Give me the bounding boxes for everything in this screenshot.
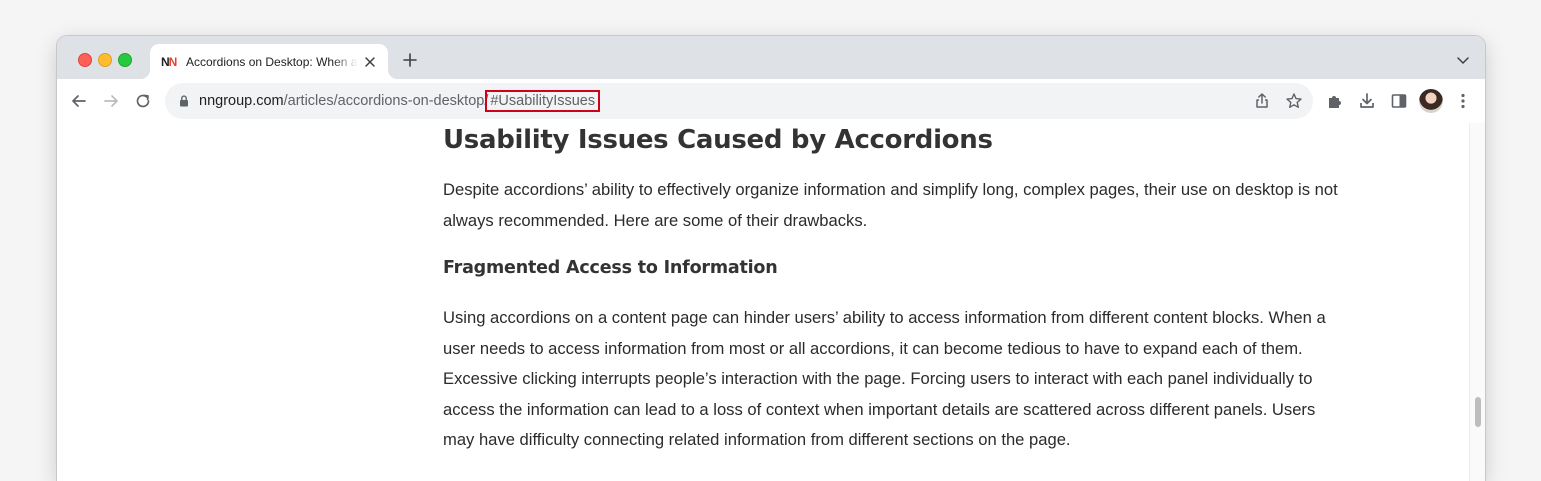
- url-text[interactable]: nngroup.com/articles/accordions-on-deskt…: [199, 90, 601, 112]
- new-tab-icon[interactable]: [402, 52, 418, 68]
- paragraph-line: access the information can lead to a los…: [443, 399, 1316, 419]
- url-path: /articles/accordions-on-desktop/: [283, 93, 489, 109]
- kebab-menu-icon[interactable]: [1453, 91, 1473, 111]
- page-content: Usability Issues Caused by Accordions De…: [57, 123, 1469, 481]
- maximize-window-button[interactable]: [118, 53, 132, 67]
- share-icon[interactable]: [1253, 92, 1271, 110]
- toolbar: nngroup.com/articles/accordions-on-deskt…: [57, 79, 1485, 124]
- star-icon[interactable]: [1285, 92, 1303, 110]
- chevron-down-icon[interactable]: [1457, 55, 1469, 65]
- paragraph-line: Using accordions on a content page can h…: [443, 308, 1326, 327]
- tab-active[interactable]: NN Accordions on Desktop: When and How t…: [140, 44, 398, 79]
- url-host: nngroup.com: [199, 93, 284, 109]
- paragraph-line: always recommended. Here are some of the…: [443, 210, 868, 230]
- download-icon[interactable]: [1357, 91, 1377, 111]
- back-arrow-icon[interactable]: [69, 91, 89, 111]
- forward-arrow-icon[interactable]: [101, 91, 121, 111]
- paragraph-line: user needs to access information from mo…: [443, 338, 1303, 358]
- tab-title: Accordions on Desktop: When and How to U…: [186, 55, 358, 69]
- browser-window: NN Accordions on Desktop: When and How t…: [57, 36, 1485, 481]
- paragraph-line: Excessive clicking interrupts people’s i…: [443, 369, 1313, 388]
- body-paragraph: Using accordions on a content page can h…: [443, 303, 1433, 456]
- paragraph-line: Despite accordions’ ability to effective…: [443, 180, 1338, 199]
- close-window-button[interactable]: [78, 53, 92, 67]
- profile-avatar[interactable]: [1419, 89, 1443, 113]
- lock-icon[interactable]: [177, 94, 191, 108]
- puzzle-icon[interactable]: [1325, 91, 1345, 111]
- url-anchor-highlight: #UsabilityIssues: [485, 90, 601, 112]
- subsection-heading: Fragmented Access to Information: [443, 258, 778, 278]
- tab-strip: NN Accordions on Desktop: When and How t…: [57, 36, 1485, 79]
- paragraph-line: may have difficulty connecting related i…: [443, 430, 1071, 449]
- section-heading: Usability Issues Caused by Accordions: [443, 125, 993, 155]
- address-bar[interactable]: nngroup.com/articles/accordions-on-deskt…: [165, 83, 1313, 119]
- reload-icon[interactable]: [133, 91, 153, 111]
- minimize-window-button[interactable]: [98, 53, 112, 67]
- nngroup-favicon-icon: NN: [161, 55, 177, 69]
- scrollbar-thumb[interactable]: [1475, 397, 1481, 427]
- close-tab-icon[interactable]: [362, 54, 378, 70]
- side-panel-icon[interactable]: [1389, 91, 1409, 111]
- scrollbar[interactable]: [1469, 123, 1485, 481]
- intro-paragraph: Despite accordions’ ability to effective…: [443, 175, 1433, 236]
